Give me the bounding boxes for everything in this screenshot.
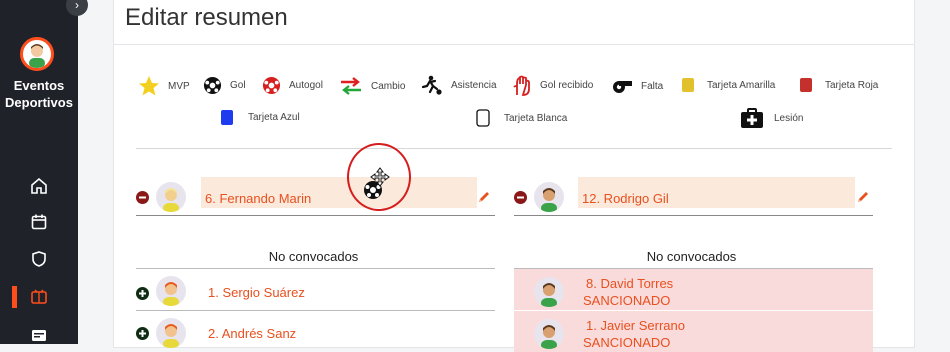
avatar	[534, 277, 564, 307]
edit-pencil-icon[interactable]	[477, 190, 491, 204]
title-divider	[114, 44, 914, 45]
legend-asistencia: Asistencia	[421, 75, 497, 96]
list-item: 8. David Torres SANCIONADO	[514, 269, 873, 310]
app-logo[interactable]	[20, 37, 54, 71]
remove-player-icon[interactable]	[136, 191, 149, 204]
white-card-icon	[476, 109, 490, 127]
edit-pencil-icon[interactable]	[856, 190, 870, 204]
avatar	[534, 182, 564, 212]
nav-active-indicator	[12, 286, 17, 308]
legend-mvp: MVP	[138, 75, 190, 97]
avatar	[534, 319, 564, 349]
legend-autogol: Autogol	[262, 76, 323, 95]
goalkeeper-glove-icon	[513, 75, 530, 96]
legend-gol-recibido: Gol recibido	[512, 75, 593, 96]
legend-tarjeta-roja: Tarjeta Roja	[799, 77, 878, 93]
shield-icon[interactable]	[30, 250, 48, 268]
remove-player-icon[interactable]	[514, 191, 527, 204]
soccer-ball-icon	[203, 76, 222, 95]
first-aid-kit-icon	[741, 108, 763, 128]
add-player-icon[interactable]	[136, 327, 149, 340]
legend-falta: Falta	[611, 78, 663, 94]
legend-lesion: Lesión	[740, 107, 803, 129]
avatar	[156, 276, 186, 306]
move-cursor-icon	[370, 167, 390, 187]
section-title: No convocados	[646, 249, 737, 264]
legend-cambio: Cambio	[339, 76, 405, 96]
scoreboard-icon[interactable]	[30, 288, 48, 306]
home-icon[interactable]	[30, 177, 48, 195]
legend-tarjeta-blanca: Tarjeta Blanca	[476, 109, 567, 127]
legend-tarjeta-amarilla: Tarjeta Amarilla	[681, 77, 775, 93]
avatar	[156, 182, 186, 212]
legend-divider	[136, 148, 892, 149]
player-kick-icon	[421, 75, 442, 95]
page-title: Editar resumen	[125, 4, 288, 31]
legend-tarjeta-azul: Tarjeta Azul	[220, 109, 300, 126]
section-title: No convocados	[268, 249, 359, 264]
sidebar: Eventos Deportivos	[0, 0, 78, 344]
list-item: 2. Andrés Sanz	[136, 311, 495, 352]
whistle-icon	[613, 81, 632, 93]
calendar-icon[interactable]	[30, 213, 48, 231]
app-name: Eventos Deportivos	[5, 78, 73, 110]
sanction-status: SANCIONADO	[583, 293, 671, 308]
swap-arrows-icon	[341, 77, 361, 95]
ticket-icon[interactable]	[30, 326, 48, 344]
star-icon	[139, 76, 159, 96]
legend-gol: Gol	[203, 76, 246, 95]
sanction-status: SANCIONADO	[583, 335, 671, 350]
red-card-icon	[800, 78, 812, 92]
row-divider	[514, 215, 873, 216]
blue-card-icon	[221, 110, 233, 125]
row-divider	[136, 215, 495, 216]
yellow-card-icon	[682, 78, 694, 92]
list-item: 1. Javier Serrano SANCIONADO	[514, 311, 873, 352]
red-ball-icon	[262, 76, 281, 95]
starter-name[interactable]: 12. Rodrigo Gil	[578, 177, 855, 208]
starter-name[interactable]: 6. Fernando Marin	[201, 177, 477, 208]
sidebar-collapse-button[interactable]: ›	[66, 0, 88, 16]
list-item: 1. Sergio Suárez	[136, 269, 495, 310]
add-player-icon[interactable]	[136, 287, 149, 300]
